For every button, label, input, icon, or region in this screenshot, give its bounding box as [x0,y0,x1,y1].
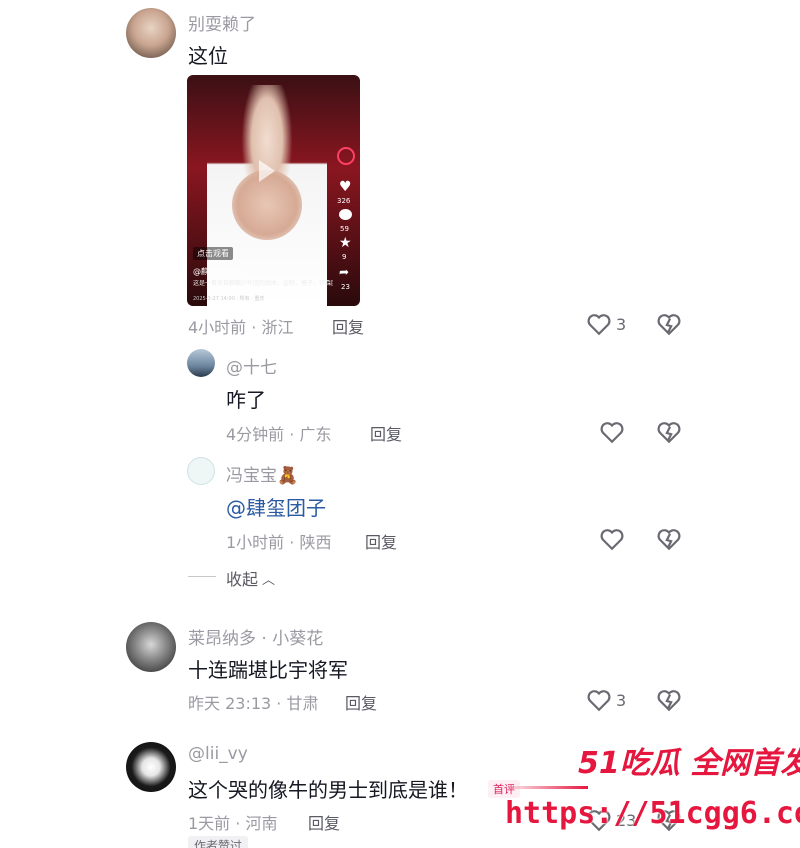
watermark-line2: https://51cgg6.com [505,796,800,831]
comment-meta: 昨天 23:13 · 甘肃 [188,694,319,713]
like-count: 326 [337,197,351,205]
comment-meta: 1小时前 · 陕西 [226,533,332,552]
video-account: @麒麟少年团 [193,267,241,276]
reply-button[interactable]: 回复 [370,421,402,445]
like-count: 3 [616,314,627,334]
heart-outline-icon[interactable] [599,420,625,444]
comment-meta: 4小时前 · 浙江 [188,318,294,337]
star-icon: ★ [339,235,352,251]
author-liked-badge: 作者赞过 [188,836,249,848]
reply-button[interactable]: 回复 [345,690,377,714]
comment-icon [339,209,352,220]
comment-meta: 4分钟前 · 广东 [226,425,332,444]
chevron-up-icon: ︿ [262,572,276,588]
like-count: 3 [616,690,627,710]
reply-button[interactable]: 回复 [332,314,364,338]
heart-outline-icon [587,690,611,712]
video-thumbnail[interactable]: ♥ 326 59 ★ 9 ➦ 23 点击观看 @麒麟少年团 这是一首来自麒麟少年… [187,75,360,306]
avatar[interactable] [187,349,215,377]
mention-link[interactable]: @肆玺团子 [226,492,326,521]
avatar[interactable] [126,8,176,58]
collapse-divider [188,576,216,577]
dislike-icon[interactable] [656,688,682,712]
video-date: 2025-3-27 14:00 · 所有 · 重庆 [193,296,265,302]
comment-count: 59 [340,225,349,233]
heart-outline-icon [587,314,611,336]
share-icon: ➦ [339,265,350,279]
comment-text: 十连踹堪比宇将军 [188,658,348,682]
watermark-streak [500,786,588,789]
avatar[interactable] [126,622,176,672]
comment-author[interactable]: 别耍赖了 [188,10,256,35]
share-count: 23 [341,283,350,291]
comment-text: 这个哭的像牛的男士到底是谁！ [188,778,468,802]
comment-text: 咋了 [226,388,266,412]
like-button[interactable]: 3 [586,688,626,712]
watermark-line1: 51吃瓜 全网首发 [578,746,800,781]
comment-meta: 1天前 · 河南 [188,814,278,833]
comment-author[interactable]: 莱昂纳多 · 小葵花 [188,624,323,649]
dislike-icon[interactable] [656,420,682,444]
comment-text: 这位 [188,44,228,68]
favorite-count: 9 [342,253,347,261]
watch-button[interactable]: 点击观看 [193,247,233,260]
reply-button[interactable]: 回复 [308,810,340,834]
comment-author[interactable]: @十七 [226,353,277,378]
play-icon[interactable] [259,160,275,182]
heart-outline-icon[interactable] [599,527,625,551]
avatar[interactable] [126,742,176,792]
like-button[interactable]: 3 [586,312,626,336]
video-desc: 这是一首来自麒麟少年团的歌曲，监制，模子，伊森团结给组们的《梅花那些】...展开 [193,280,333,287]
music-disc-icon [337,147,355,165]
dislike-icon[interactable] [656,527,682,551]
dislike-icon[interactable] [656,312,682,336]
comment-author[interactable]: 冯宝宝🧸 [226,461,298,486]
collapse-label: 收起 [226,570,259,589]
avatar[interactable] [187,457,215,485]
heart-icon: ♥ [339,179,352,195]
reply-button[interactable]: 回复 [365,529,397,553]
collapse-button[interactable]: 收起 ︿ [226,566,275,590]
comment-author[interactable]: @lii_vy [188,744,248,764]
